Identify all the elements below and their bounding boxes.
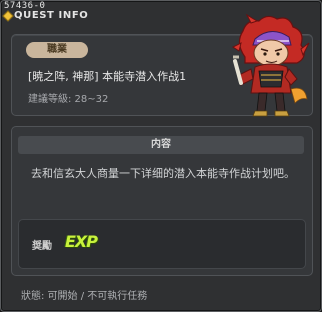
reward-box: 奨勵 EXP [18, 219, 306, 269]
job-badge: 職業 [26, 42, 88, 58]
recommended-level: 建議等級: 28~32 [28, 94, 109, 105]
quest-info-window: 57436-0 QUEST INFO 職業 [暁之阵, 神那] 本能寺潜入作战1… [0, 0, 322, 312]
quest-diamond-icon [2, 10, 14, 22]
content-header: 内容 [18, 136, 304, 154]
reward-label: 奨勵 [32, 241, 52, 252]
window-title: QUEST INFO [14, 10, 89, 21]
npc-portrait [232, 13, 310, 117]
exp-icon: EXP [65, 232, 98, 251]
content-panel: 内容 去和信玄大人商量一下详细的潜入本能寺作战计划吧。 奨勵 EXP [11, 126, 313, 276]
quest-status: 狀態: 可開始 / 不可執行任務 [21, 291, 148, 302]
quest-description: 去和信玄大人商量一下详细的潜入本能寺作战计划吧。 [31, 167, 295, 180]
quest-name: [暁之阵, 神那] 本能寺潜入作战1 [28, 70, 187, 83]
